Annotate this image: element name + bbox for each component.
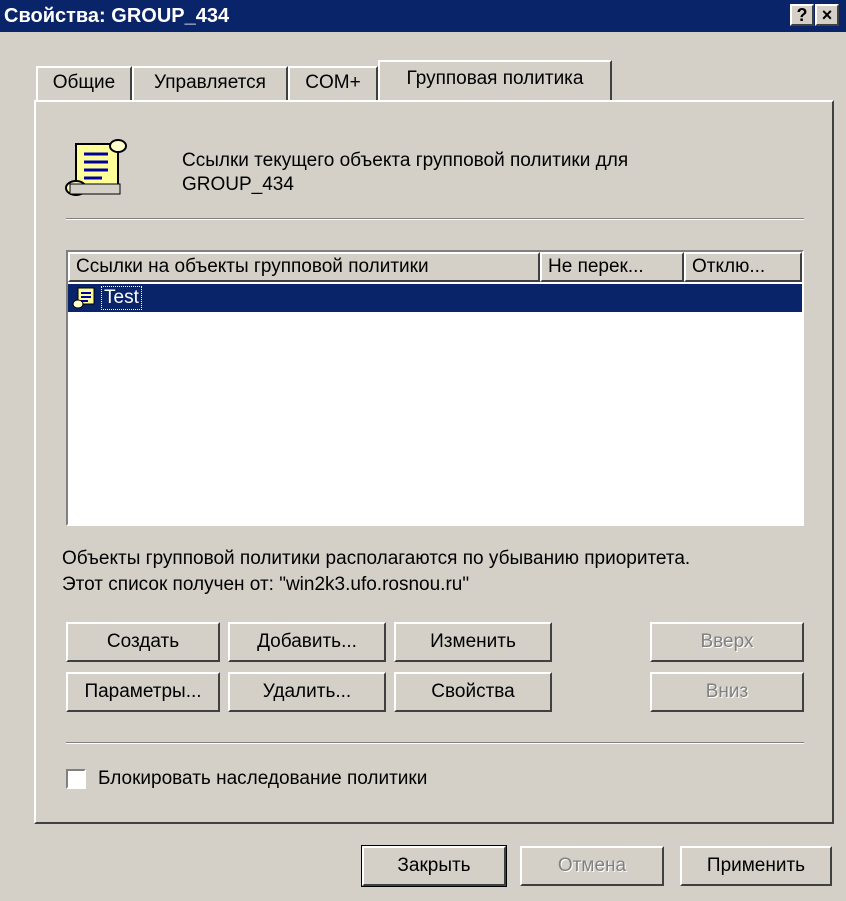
- tab-managed-by[interactable]: Управляется: [132, 66, 288, 100]
- source-info: Этот список получен от: "win2k3.ufo.rosn…: [62, 574, 470, 595]
- move-up-button[interactable]: Вверх: [650, 622, 804, 662]
- apply-button[interactable]: Применить: [680, 846, 832, 886]
- list-item-name: Test: [101, 286, 142, 310]
- list-item[interactable]: Test: [68, 284, 802, 312]
- edit-button[interactable]: Изменить: [394, 622, 552, 662]
- close-window-button[interactable]: ×: [815, 4, 839, 26]
- help-button[interactable]: ?: [790, 4, 814, 26]
- add-button[interactable]: Добавить...: [228, 622, 386, 662]
- options-button[interactable]: Параметры...: [66, 672, 220, 712]
- cancel-button[interactable]: Отмена: [520, 846, 664, 886]
- column-header-disabled[interactable]: Отклю...: [684, 252, 802, 282]
- bottom-separator: [66, 742, 804, 744]
- column-header-no-override[interactable]: Не перек...: [540, 252, 684, 282]
- header-line-2: GROUP_434: [182, 174, 294, 195]
- move-down-button[interactable]: Вниз: [650, 672, 804, 712]
- header-line-1: Ссылки текущего объекта групповой полити…: [182, 150, 629, 171]
- tab-com[interactable]: COM+: [288, 66, 378, 100]
- create-button[interactable]: Создать: [66, 622, 220, 662]
- title-bar[interactable]: Свойства: GROUP_434 ? ×: [0, 0, 846, 32]
- gpo-item-icon: [72, 286, 98, 310]
- header-separator: [66, 218, 804, 220]
- tab-group-policy[interactable]: Групповая политика: [378, 60, 612, 100]
- close-button[interactable]: Закрыть: [361, 845, 507, 887]
- properties-button[interactable]: Свойства: [394, 672, 552, 712]
- window-title: Свойства: GROUP_434: [4, 5, 230, 27]
- column-header-links[interactable]: Ссылки на объекты групповой политики: [68, 252, 540, 282]
- delete-button[interactable]: Удалить...: [228, 672, 386, 712]
- priority-info: Объекты групповой политики располагаются…: [62, 548, 691, 569]
- gpo-links-list[interactable]: Ссылки на объекты групповой политики Не …: [66, 250, 804, 526]
- tab-general[interactable]: Общие: [36, 66, 132, 100]
- block-inheritance-checkbox[interactable]: [66, 769, 86, 789]
- gpo-scroll-icon: [62, 138, 132, 200]
- block-inheritance-label[interactable]: Блокировать наследование политики: [98, 768, 427, 790]
